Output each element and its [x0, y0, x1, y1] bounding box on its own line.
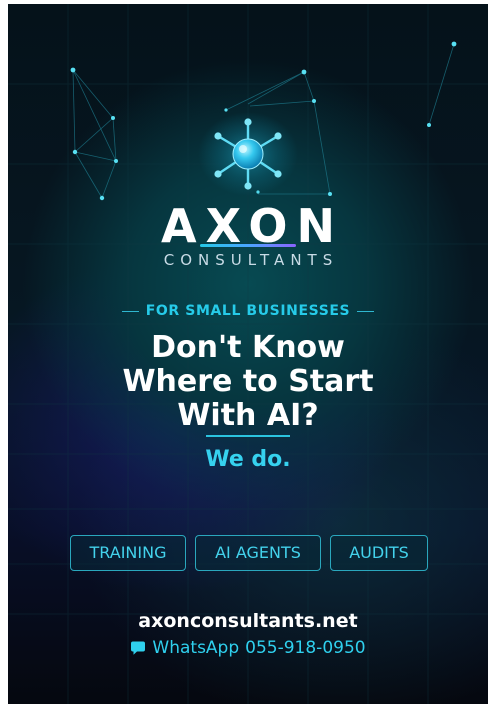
kicker-dash-left — [121, 310, 139, 312]
audience-kicker: FOR SMALL BUSINESSES — [8, 303, 488, 319]
headline-line: With AI? — [177, 398, 319, 433]
headline-divider — [206, 435, 290, 437]
whatsapp-contact[interactable]: WhatsApp 055-918-0950 — [8, 637, 488, 659]
poster: AXON CONSULTANTS FOR SMALL BUSINESSES Do… — [8, 4, 488, 704]
service-chip-audits[interactable]: AUDITS — [330, 535, 428, 571]
neural-hub-icon — [198, 112, 298, 196]
whatsapp-label: WhatsApp — [152, 638, 240, 658]
service-chips: TRAINING AI AGENTS AUDITS — [8, 535, 488, 571]
headline-line: Where to Start — [122, 364, 374, 399]
headline-line: Don't Know — [151, 330, 345, 365]
chat-bubble-icon — [131, 641, 146, 655]
service-chip-training[interactable]: TRAINING — [70, 535, 186, 571]
brand-subtitle: CONSULTANTS — [163, 251, 339, 269]
service-chip-ai-agents[interactable]: AI AGENTS — [195, 535, 321, 571]
phone-number: 055-918-0950 — [245, 638, 366, 658]
kicker-text: FOR SMALL BUSINESSES — [145, 303, 351, 319]
headline: Don't Know Where to Start With AI? — [8, 331, 488, 433]
website-link[interactable]: axonconsultants.net — [8, 609, 488, 633]
brand-underline — [200, 244, 296, 247]
tagline: We do. — [205, 447, 291, 472]
kicker-dash-right — [357, 310, 375, 312]
